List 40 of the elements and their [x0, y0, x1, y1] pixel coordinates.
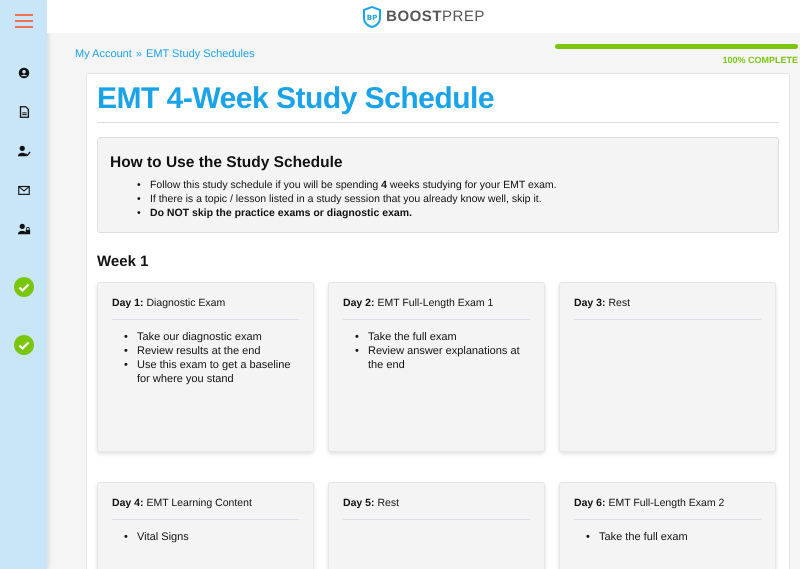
- check-circle-icon: [14, 277, 34, 297]
- check-circle-icon: [14, 335, 34, 355]
- instructions-heading: How to Use the Study Schedule: [110, 154, 344, 172]
- instruction-item: Follow this study schedule if you will be spending 4 weeks studying for your EMT exam.: [150, 178, 557, 192]
- day-title: Day 6: EMT Full-Length Exam 2: [574, 497, 761, 520]
- breadcrumb-separator: »: [136, 48, 142, 62]
- bullet: •: [355, 330, 360, 344]
- envelope-icon[interactable]: [16, 183, 30, 197]
- bullet: •: [137, 192, 142, 206]
- day-title: Day 3: Rest: [574, 297, 761, 320]
- day-title: Day 2: EMT Full-Length Exam 1: [343, 297, 530, 320]
- page-title: EMT 4-Week Study Schedule: [97, 82, 779, 123]
- bullet: •: [137, 206, 142, 220]
- task-item: Take the full exam: [599, 530, 688, 544]
- task-item: Review results at the end: [137, 344, 261, 358]
- instruction-item: If there is a topic / lesson listed in a study session that you already know well, skip it.: [150, 192, 542, 206]
- bullet: •: [137, 178, 142, 192]
- progress-label: 100% COMPLETE: [722, 55, 798, 65]
- task-item: Vital Signs: [137, 530, 189, 544]
- bullet: •: [124, 530, 129, 544]
- brand-logo: BOOSTPREP: [386, 8, 485, 25]
- task-item: Use this exam to get a baseline for where you stand: [137, 358, 292, 386]
- bullet: •: [355, 344, 360, 358]
- user-check-icon[interactable]: [16, 144, 30, 158]
- bullet: •: [586, 530, 591, 544]
- bullet: •: [124, 344, 129, 358]
- day-title: Day 5: Rest: [343, 497, 530, 520]
- user-lock-icon[interactable]: [16, 222, 30, 236]
- bullet: •: [124, 358, 129, 372]
- bullet: •: [124, 330, 129, 344]
- day-title: Day 4: EMT Learning Content: [112, 497, 299, 520]
- breadcrumb-link[interactable]: EMT Study Schedules: [146, 48, 255, 65]
- user-circle-icon[interactable]: [16, 66, 30, 80]
- breadcrumb-link[interactable]: My Account: [75, 48, 132, 65]
- task-item: Review answer explanations at the end: [368, 344, 521, 372]
- task-item: Take the full exam: [368, 330, 457, 344]
- task-item: Take our diagnostic exam: [137, 330, 262, 344]
- day-title: Day 1: Diagnostic Exam: [112, 297, 299, 320]
- week-heading: Week 1: [97, 253, 150, 270]
- instruction-item: Do NOT skip the practice exams or diagnostic exam.: [150, 206, 412, 220]
